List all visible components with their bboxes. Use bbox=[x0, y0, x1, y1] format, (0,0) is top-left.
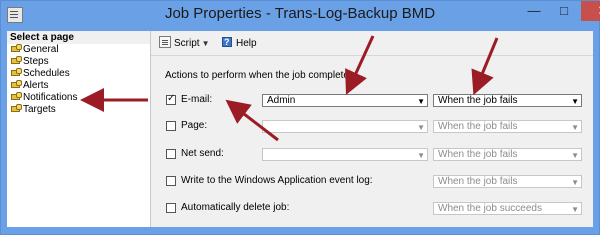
sidebar-item-label: Notifications bbox=[23, 92, 78, 103]
page-icon bbox=[11, 56, 22, 65]
page-operator-select[interactable]: ▼ bbox=[262, 120, 428, 133]
sidebar-item-label: Schedules bbox=[23, 68, 70, 79]
delete-job-checkbox[interactable] bbox=[166, 203, 176, 213]
page-icon bbox=[11, 104, 22, 113]
email-condition-select[interactable]: When the job fails ▼ bbox=[433, 94, 582, 107]
close-button[interactable]: ✕ bbox=[581, 1, 600, 21]
chevron-down-icon: ▼ bbox=[571, 178, 579, 187]
title-bar[interactable]: Job Properties - Trans-Log-Backup BMD — … bbox=[1, 1, 600, 29]
chevron-down-icon: ▼ bbox=[201, 39, 210, 48]
delete-job-condition-select[interactable]: When the job succeeds ▼ bbox=[433, 202, 582, 215]
sidebar-item-general[interactable]: General bbox=[7, 44, 150, 56]
event-log-condition-select[interactable]: When the job fails ▼ bbox=[433, 175, 582, 188]
net-send-operator-select[interactable]: ▼ bbox=[262, 148, 428, 161]
sidebar-item-notifications[interactable]: Notifications bbox=[7, 92, 150, 104]
sidebar-item-label: Targets bbox=[23, 104, 56, 115]
help-icon bbox=[221, 35, 233, 49]
toolbar: Script▼ Help bbox=[151, 31, 593, 56]
window-bottom-border bbox=[7, 227, 593, 234]
minimize-button[interactable]: — bbox=[521, 1, 547, 21]
sidebar-item-targets[interactable]: Targets bbox=[7, 104, 150, 116]
sidebar-item-label: Alerts bbox=[23, 80, 49, 91]
net-send-checkbox[interactable] bbox=[166, 149, 176, 159]
sidebar-item-label: General bbox=[23, 44, 59, 55]
help-label: Help bbox=[236, 38, 257, 49]
sidebar-item-alerts[interactable]: Alerts bbox=[7, 80, 150, 92]
chevron-down-icon: ▼ bbox=[417, 97, 425, 106]
page-icon bbox=[11, 92, 22, 101]
chevron-down-icon: ▼ bbox=[571, 123, 579, 132]
chevron-down-icon: ▼ bbox=[417, 123, 425, 132]
sidebar-item-label: Steps bbox=[23, 56, 49, 67]
job-properties-window: Job Properties - Trans-Log-Backup BMD — … bbox=[0, 0, 600, 235]
page-icon bbox=[11, 68, 22, 77]
actions-section-label: Actions to perform when the job complete… bbox=[165, 70, 357, 81]
sidebar-item-schedules[interactable]: Schedules bbox=[7, 68, 150, 80]
sidebar-item-steps[interactable]: Steps bbox=[7, 56, 150, 68]
maximize-button[interactable]: □ bbox=[551, 1, 577, 21]
delete-job-label: Automatically delete job: bbox=[181, 202, 290, 213]
net-send-label: Net send: bbox=[181, 148, 224, 159]
event-log-checkbox[interactable] bbox=[166, 176, 176, 186]
event-log-label: Write to the Windows Application event l… bbox=[181, 175, 373, 186]
chevron-down-icon: ▼ bbox=[571, 205, 579, 214]
chevron-down-icon: ▼ bbox=[417, 151, 425, 160]
script-button[interactable]: Script ▼ bbox=[159, 36, 209, 50]
page-condition-select[interactable]: When the job fails ▼ bbox=[433, 120, 582, 133]
select-page-panel: Select a page General Steps Schedules Al… bbox=[7, 31, 151, 227]
email-operator-select[interactable]: Admin ▼ bbox=[262, 94, 428, 107]
net-send-condition-select[interactable]: When the job fails ▼ bbox=[433, 148, 582, 161]
page-checkbox[interactable] bbox=[166, 121, 176, 131]
select-page-header: Select a page bbox=[7, 31, 150, 44]
window-title: Job Properties - Trans-Log-Backup BMD bbox=[164, 5, 436, 22]
help-button[interactable]: Help bbox=[221, 35, 257, 50]
notifications-page: Script▼ Help Actions to perform when the… bbox=[151, 31, 593, 227]
script-icon bbox=[159, 36, 171, 48]
chevron-down-icon: ▼ bbox=[571, 97, 579, 106]
page-icon bbox=[11, 80, 22, 89]
page-label: Page: bbox=[181, 120, 208, 131]
page-icon bbox=[11, 44, 22, 53]
script-label: Script bbox=[174, 38, 200, 49]
email-label: E-mail: bbox=[181, 94, 213, 105]
email-checkbox[interactable] bbox=[166, 93, 176, 105]
chevron-down-icon: ▼ bbox=[571, 151, 579, 160]
